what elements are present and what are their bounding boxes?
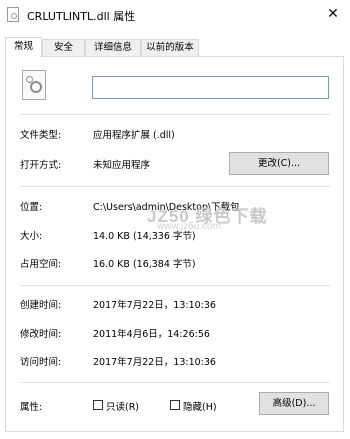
file-type-label: 文件类型: [20, 130, 62, 141]
advanced-button[interactable]: 高级(D)... [259, 392, 329, 415]
separator [20, 382, 330, 383]
general-panel [5, 56, 344, 432]
tab-details[interactable]: 详细信息 [85, 39, 141, 56]
location-label: 位置: [20, 202, 43, 213]
change-button[interactable]: 更改(C)... [229, 152, 329, 175]
tab-security[interactable]: 安全 [42, 39, 85, 56]
gear-icon [30, 81, 42, 93]
size-label: 大小: [20, 231, 43, 242]
size-on-disk-label: 占用空间: [20, 259, 62, 270]
window-title: CRLUTLINTL.dll 属性 [27, 10, 136, 23]
hidden-checkbox-label[interactable]: 隐藏(H) [183, 399, 217, 413]
title-bar: CRLUTLINTL.dll 属性 ✕ [0, 0, 350, 30]
opens-with-label: 打开方式: [20, 160, 62, 171]
hidden-checkbox[interactable] [170, 400, 180, 410]
dll-file-icon [7, 7, 19, 22]
location-value: C:\Users\admin\Desktop\下载包 [93, 202, 240, 213]
accessed-label: 访问时间: [20, 357, 62, 368]
attributes-label: 属性: [20, 402, 43, 413]
close-icon[interactable]: ✕ [324, 5, 342, 23]
readonly-checkbox-label[interactable]: 只读(R) [106, 399, 139, 413]
accessed-value: 2017年7月22日，13:10:36 [93, 357, 216, 368]
separator [20, 285, 330, 286]
opens-with-value: 未知应用程序 [93, 160, 151, 171]
settings-file-icon [22, 70, 46, 100]
modified-value: 2011年4月6日，14:26:56 [93, 329, 210, 340]
readonly-checkbox[interactable] [93, 400, 103, 410]
separator [20, 186, 330, 187]
modified-label: 修改时间: [20, 329, 62, 340]
tab-previous-versions[interactable]: 以前的版本 [141, 39, 199, 56]
file-type-value: 应用程序扩展 (.dll) [93, 130, 175, 141]
size-on-disk-value: 16.0 KB (16,384 字节) [93, 259, 196, 270]
created-value: 2017年7月22日，13:10:36 [93, 300, 216, 311]
separator [20, 114, 330, 115]
size-value: 14.0 KB (14,336 字节) [93, 231, 196, 242]
file-name-input[interactable] [92, 76, 329, 99]
created-label: 创建时间: [20, 300, 62, 311]
tab-general[interactable]: 常规 [5, 37, 42, 58]
